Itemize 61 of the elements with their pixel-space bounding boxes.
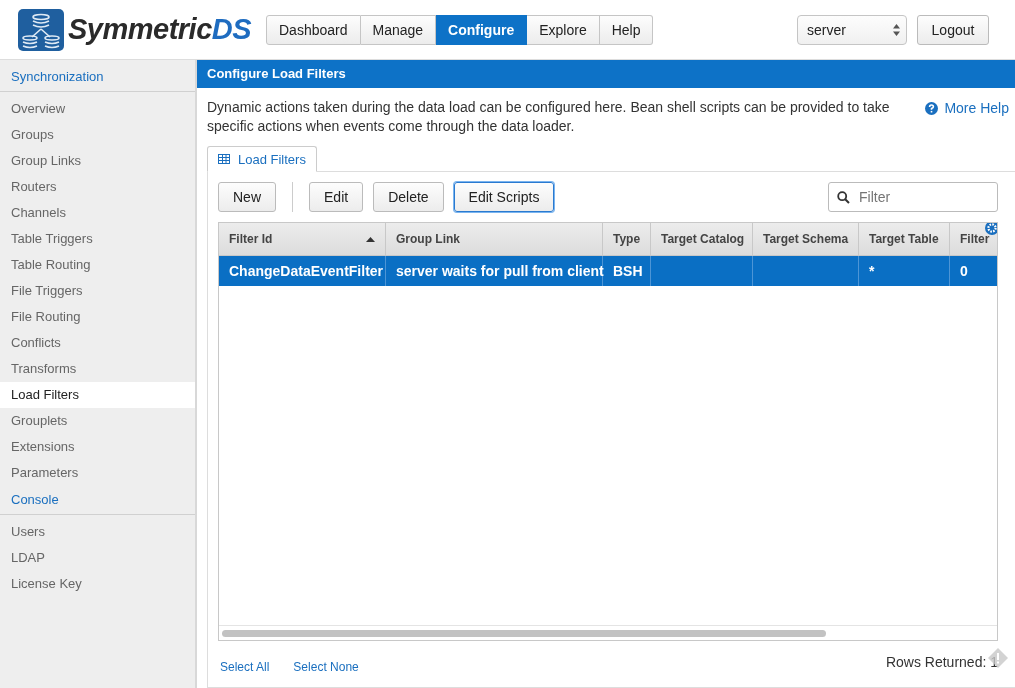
nav-tab[interactable]: Explore [527,14,600,45]
sidebar-item[interactable]: Parameters [0,460,195,486]
table-cell: server waits for pull from client [396,263,604,279]
toolbar-button[interactable]: New [218,182,276,212]
scrollbar-thumb[interactable] [222,629,826,637]
search-icon [837,191,850,204]
logout-button[interactable]: Logout [917,14,989,45]
sidebar-item[interactable]: Grouplets [0,408,195,434]
column-header[interactable]: Type [603,223,651,255]
column-header[interactable]: Filter Id [219,223,386,255]
rows-returned-text: Rows Returned: 1 [885,654,998,672]
nav-tab[interactable]: Configure [436,14,528,45]
tab[interactable]: Load Filters [207,146,317,172]
nav-tab[interactable]: Dashboard [266,14,361,45]
table-cell: * [869,263,875,279]
filter-field[interactable]: Filter [828,182,998,212]
sidebar-item[interactable]: Channels [0,200,195,226]
nav-tab[interactable]: Help [599,14,654,45]
footer-link[interactable]: Select All [220,654,270,674]
sidebar-item[interactable]: Conflicts [0,330,195,356]
sidebar-item[interactable]: Overview [0,96,195,122]
settings-icon[interactable] [985,223,997,235]
table-cell: ChangeDataEventFilter [229,263,384,279]
page-title-bar: Configure Load Filters [197,60,1015,88]
sidebar-item[interactable]: File Triggers [0,278,195,304]
column-header[interactable]: Target Catalog [651,223,753,255]
toolbar-button[interactable]: Edit Scripts [453,182,555,212]
diamond-icon [987,647,1009,669]
toolbar-button[interactable]: Edit [309,182,364,212]
sidebar-item[interactable]: Routers [0,174,195,200]
column-header[interactable]: Group Link [386,223,603,255]
description-text: Dynamic actions taken during the data load can be configured here. Bean shell scripts can be provided to take specific actions when events come through the data loader. [207,98,891,136]
sidebar-item[interactable]: Extensions [0,434,195,460]
help-icon [925,102,939,115]
table-cell: 0 [960,263,968,279]
node-select[interactable]: server [797,14,907,45]
sidebar-item[interactable]: File Routing [0,304,195,330]
sidebar-item[interactable]: Table Triggers [0,226,195,252]
toolbar-button[interactable]: Delete [373,182,444,212]
logo-text: SymmetricDS [68,13,252,46]
sidebar-item[interactable]: Table Routing [0,252,195,278]
sidebar-item[interactable]: Users [0,519,195,545]
sidebar-item[interactable]: Group Links [0,148,195,174]
sidebar-item[interactable]: Transforms [0,356,195,382]
sidebar-item[interactable]: Groups [0,122,195,148]
table-cell: BSH [613,263,643,279]
table-row[interactable]: ChangeDataEventFilter server waits for pull from client BSH * 0 [219,256,997,286]
sidebar-item[interactable]: License Key [0,571,195,597]
table-icon [218,154,230,164]
sidebar-section-title: Console [0,490,195,515]
sort-ascending-icon [366,236,375,242]
stepper-icon [893,23,900,36]
sidebar-item[interactable]: Load Filters [0,382,195,408]
more-help-link[interactable]: More Help [925,98,1009,136]
logo-icon [18,8,64,51]
sidebar-item[interactable]: LDAP [0,545,195,571]
nav-tab[interactable]: Manage [360,14,437,45]
column-header[interactable]: Target Table [859,223,950,255]
column-header[interactable]: Target Schema [753,223,859,255]
footer-link[interactable]: Select None [293,654,359,674]
sidebar-section-title: Synchronization [0,67,195,92]
